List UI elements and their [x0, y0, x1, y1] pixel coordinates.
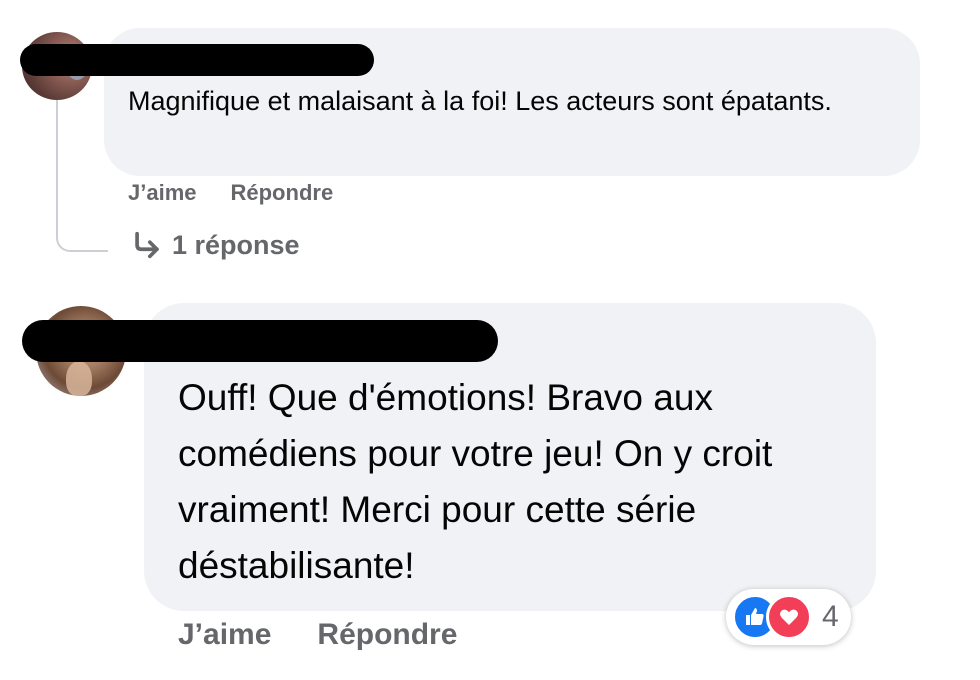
- heart-icon: [766, 594, 812, 640]
- view-replies-button[interactable]: 1 réponse: [130, 228, 300, 262]
- reply-arrow-icon: [135, 231, 159, 259]
- comment-text: Ouff! Que d'émotions! Bravo aux comédien…: [178, 377, 773, 586]
- comment-actions: J’aime Répondre: [128, 180, 333, 206]
- redacted-author-name: [20, 44, 374, 76]
- redacted-author-name: [22, 320, 498, 362]
- reaction-count: 4: [822, 600, 839, 633]
- replies-count-label: 1 réponse: [172, 229, 300, 260]
- reply-button[interactable]: Répondre: [317, 618, 457, 652]
- comment-text: Magnifique et malaisant à la foi! Les ac…: [128, 86, 832, 116]
- reply-button[interactable]: Répondre: [231, 180, 334, 206]
- comment-actions: J’aime Répondre: [178, 618, 457, 652]
- like-button[interactable]: J’aime: [178, 618, 271, 652]
- reactions-summary[interactable]: 4: [726, 589, 851, 645]
- thread-connector: [56, 100, 108, 252]
- like-button[interactable]: J’aime: [128, 180, 197, 206]
